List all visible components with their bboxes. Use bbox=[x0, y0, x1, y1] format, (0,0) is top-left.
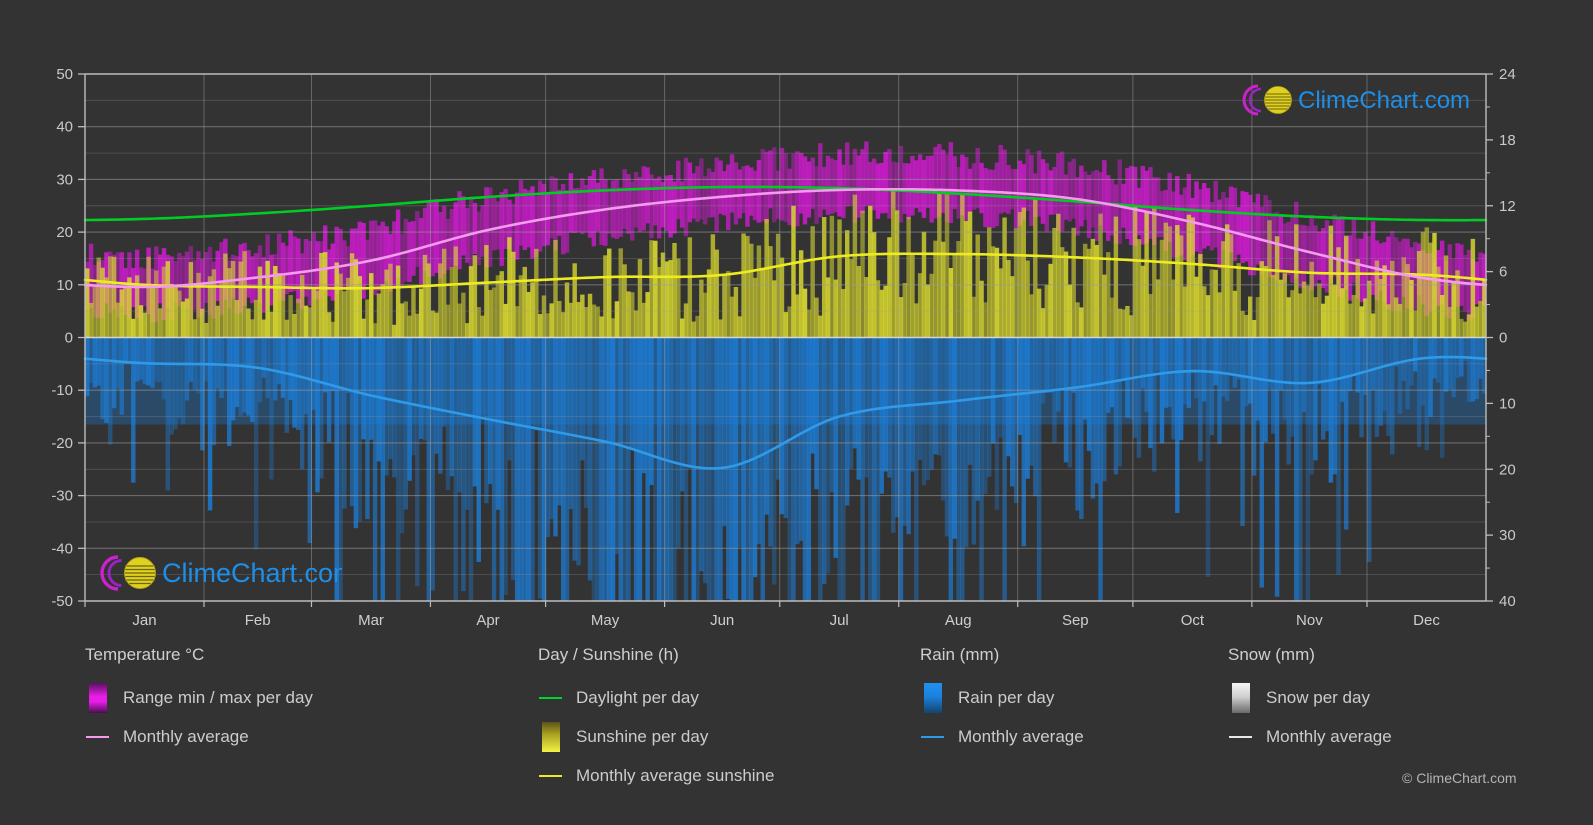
legend-column-day-sunshine-h: Day / Sunshine (h) Daylight per day Sunshi… bbox=[538, 645, 774, 795]
legend-heading: Temperature °C bbox=[85, 645, 205, 664]
y-tick-rain-snow: 20 bbox=[1499, 461, 1516, 478]
y-tick-rain-snow: 10 bbox=[1499, 395, 1516, 412]
x-tick-month: Aug bbox=[945, 612, 972, 629]
climechart-logo-text-top: ClimeChart.com bbox=[1298, 87, 1470, 114]
x-tick-month: Dec bbox=[1413, 612, 1440, 629]
legend-item-label: Monthly average bbox=[958, 726, 1084, 746]
y-tick-temperature: -40 bbox=[51, 540, 73, 557]
legend-item[interactable]: Monthly average bbox=[920, 717, 1084, 756]
y-tick-temperature: -10 bbox=[51, 382, 73, 399]
legend-item[interactable]: Range min / max per day bbox=[85, 678, 313, 717]
y-tick-day-sunshine: 0 bbox=[1499, 330, 1507, 347]
y-tick-rain-snow: 40 bbox=[1499, 593, 1516, 610]
y-tick-day-sunshine: 18 bbox=[1499, 132, 1516, 149]
x-tick-month: Jul bbox=[830, 612, 849, 629]
legend-heading: Snow (mm) bbox=[1228, 645, 1315, 664]
climechart-logo-bottom: ClimeChart.com bbox=[100, 555, 342, 591]
climechart-logo-text-bottom: ClimeChart.com bbox=[162, 558, 342, 588]
legend-item[interactable]: Monthly average bbox=[1228, 717, 1392, 756]
y-tick-day-sunshine: 12 bbox=[1499, 198, 1516, 215]
x-tick-month: Feb bbox=[245, 612, 271, 629]
y-tick-day-sunshine: 6 bbox=[1499, 264, 1507, 281]
y-tick-temperature: 10 bbox=[56, 277, 73, 294]
legend-item[interactable]: Monthly average sunshine bbox=[538, 756, 774, 795]
y-tick-temperature: -20 bbox=[51, 435, 73, 452]
legend-item-label: Monthly average bbox=[123, 726, 249, 746]
legend-item[interactable]: Daylight per day bbox=[538, 678, 774, 717]
x-tick-month: Apr bbox=[476, 612, 499, 629]
legend-color-swatch-icon bbox=[924, 682, 942, 713]
y-tick-temperature: -30 bbox=[51, 488, 73, 505]
legend-item[interactable]: Snow per day bbox=[1228, 678, 1392, 717]
x-tick-month: Jun bbox=[710, 612, 734, 629]
legend-item-label: Rain per day bbox=[958, 687, 1055, 707]
climechart-logo-top: ClimeChart.com bbox=[1242, 84, 1470, 116]
y-tick-day-sunshine: 24 bbox=[1499, 66, 1516, 83]
x-tick-month: Oct bbox=[1181, 612, 1205, 629]
legend-item-label: Monthly average bbox=[1266, 726, 1392, 746]
legend-column-temperature-c: Temperature °C Range min / max per day Mon… bbox=[85, 645, 313, 756]
x-tick-month: Jan bbox=[132, 612, 156, 629]
y-tick-temperature: 20 bbox=[56, 224, 73, 241]
x-tick-month: Nov bbox=[1296, 612, 1323, 629]
x-tick-month: May bbox=[591, 612, 620, 629]
legend-item[interactable]: Rain per day bbox=[920, 678, 1084, 717]
y-tick-temperature: 50 bbox=[56, 66, 73, 83]
y-tick-temperature: 30 bbox=[56, 171, 73, 188]
y-tick-temperature: -50 bbox=[51, 593, 73, 610]
legend-column-snow-mm: Snow (mm) Snow per day Monthly average bbox=[1228, 645, 1392, 756]
legend-item-label: Snow per day bbox=[1266, 687, 1370, 707]
legend-item-label: Monthly average sunshine bbox=[576, 765, 775, 785]
copyright-text: © ClimeChart.com bbox=[1402, 770, 1517, 786]
y-tick-temperature: 40 bbox=[56, 119, 73, 136]
legend-item-label: Range min / max per day bbox=[123, 687, 313, 707]
x-tick-month: Sep bbox=[1062, 612, 1089, 629]
legend-color-swatch-icon bbox=[89, 682, 107, 713]
legend-item[interactable]: Monthly average bbox=[85, 717, 313, 756]
chart-legend: Temperature °C Range min / max per day Mon… bbox=[0, 645, 1593, 825]
legend-line-swatch-icon bbox=[85, 724, 111, 750]
legend-item-label: Sunshine per day bbox=[576, 726, 709, 746]
legend-line-swatch-icon bbox=[538, 763, 564, 789]
legend-heading: Rain (mm) bbox=[920, 645, 1000, 664]
legend-color-swatch-icon bbox=[1232, 682, 1250, 713]
legend-line-swatch-icon bbox=[538, 685, 564, 711]
y-tick-temperature: 0 bbox=[65, 330, 73, 347]
y-tick-rain-snow: 30 bbox=[1499, 527, 1516, 544]
legend-item-label: Daylight per day bbox=[576, 687, 699, 707]
legend-color-swatch-icon bbox=[542, 721, 560, 752]
legend-item[interactable]: Sunshine per day bbox=[538, 717, 774, 756]
legend-heading: Day / Sunshine (h) bbox=[538, 645, 679, 664]
x-tick-month: Mar bbox=[358, 612, 384, 629]
legend-line-swatch-icon bbox=[1228, 724, 1254, 750]
legend-line-swatch-icon bbox=[920, 724, 946, 750]
legend-column-rain-mm: Rain (mm) Rain per day Monthly average bbox=[920, 645, 1084, 756]
climate-chart-page: Compare Climate Guilin Guilin Temperatur… bbox=[0, 0, 1593, 825]
